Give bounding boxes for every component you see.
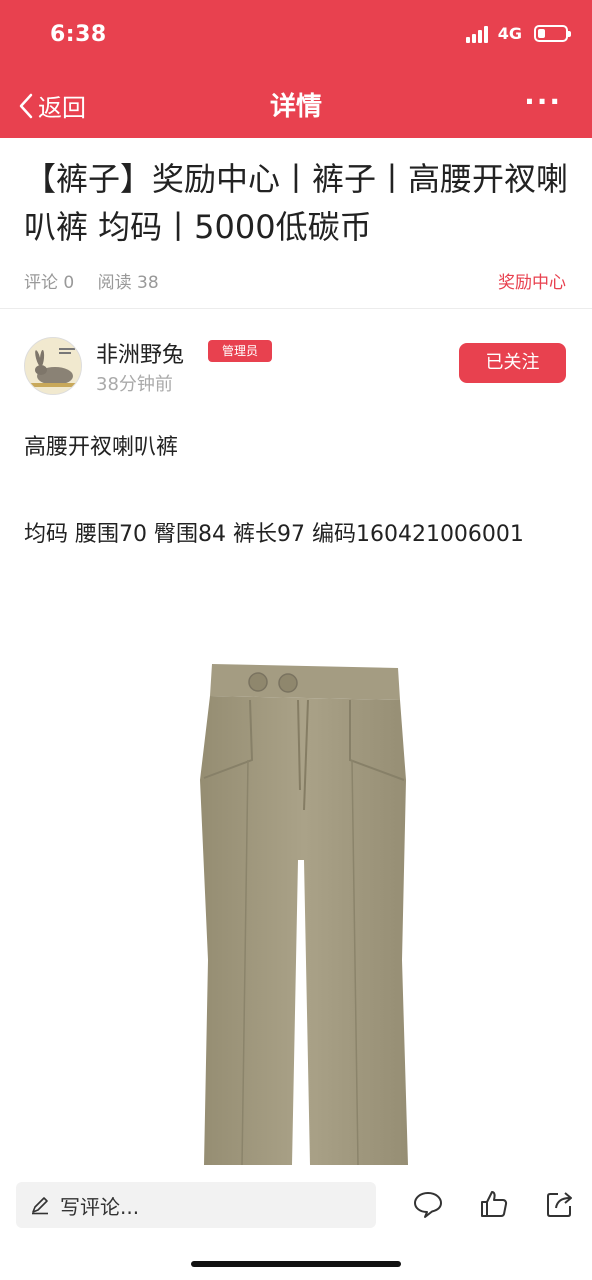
comment-input[interactable]: 写评论... <box>16 1182 376 1228</box>
content-line-2: 均码 腰围70 臀围84 裤长97 编码160421006001 <box>24 522 524 547</box>
pencil-icon <box>32 1197 48 1215</box>
bottom-bar: 写评论... <box>0 1170 592 1280</box>
product-image[interactable] <box>190 660 415 1166</box>
divider <box>0 308 592 309</box>
category-link[interactable]: 奖励中心 <box>498 268 566 293</box>
network-type: 4G <box>497 24 522 43</box>
article-meta: 评论 0 阅读 38 <box>24 268 177 293</box>
read-count: 阅读 38 <box>97 273 159 293</box>
comment-count: 评论 0 <box>24 273 75 293</box>
comment-placeholder: 写评论... <box>60 1194 140 1219</box>
nav-bar: 返回 详情 ··· <box>0 70 592 138</box>
status-bar: 6:38 4G <box>0 0 592 70</box>
status-time: 6:38 <box>50 22 107 47</box>
home-indicator <box>191 1261 401 1267</box>
status-indicators: 4G <box>465 24 571 43</box>
thumbs-up-icon[interactable] <box>478 1188 510 1224</box>
post-time: 38分钟前 <box>96 374 173 395</box>
avatar[interactable] <box>24 337 82 395</box>
share-icon[interactable] <box>544 1188 576 1224</box>
battery-icon <box>534 25 571 42</box>
article-title: 【裤子】奖励中心丨裤子丨高腰开衩喇叭裤 均码丨5000低碳币 <box>24 160 569 246</box>
admin-badge: 管理员 <box>208 340 273 362</box>
signal-icon <box>465 25 488 43</box>
author-name[interactable]: 非洲野兔 <box>96 337 184 369</box>
follow-button[interactable]: 已关注 <box>459 343 566 383</box>
pants-illustration <box>200 664 408 1166</box>
hare-avatar-icon <box>25 338 81 394</box>
content-line-1: 高腰开衩喇叭裤 <box>24 435 179 460</box>
page-title: 详情 <box>269 92 322 122</box>
comment-icon[interactable] <box>412 1188 444 1224</box>
more-dots-icon[interactable]: ··· <box>524 88 562 116</box>
